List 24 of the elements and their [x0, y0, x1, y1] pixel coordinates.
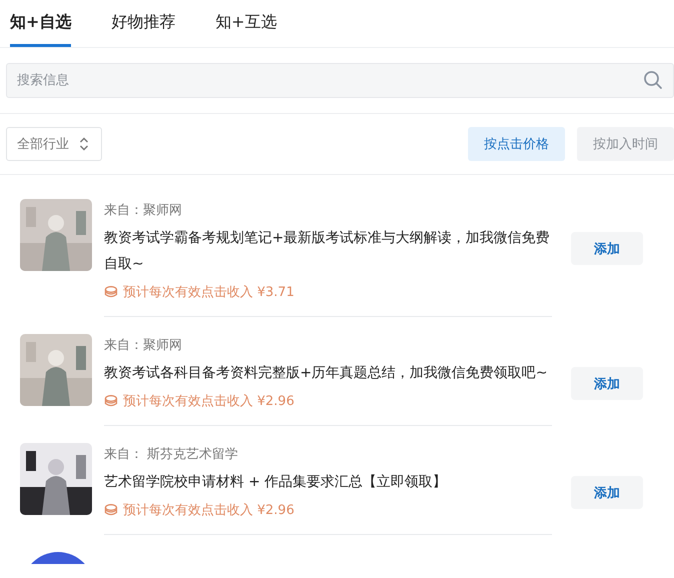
source-label: 来自：聚师网	[104, 337, 183, 355]
income-estimate: 预计每次有效点击收入 ¥2.96	[123, 502, 294, 519]
tab[interactable]: 知+互选	[215, 0, 277, 47]
item-title: 教资考试各科目备考资料完整版+历年真题总结，加我微信免费领取吧~	[104, 364, 548, 383]
tab[interactable]: 知+自选	[10, 0, 72, 47]
source-label: 来自：聚师网	[104, 202, 183, 220]
add-button[interactable]: 添加	[571, 476, 643, 509]
coins-icon	[104, 285, 118, 299]
search-field[interactable]: 搜索信息	[6, 63, 674, 98]
sort-button[interactable]: 按点击价格	[468, 127, 565, 161]
tab[interactable]: 好物推荐	[111, 0, 176, 47]
industry-dropdown[interactable]: 全部行业	[6, 127, 102, 161]
coins-icon	[104, 503, 118, 517]
sort-button[interactable]: 按加入时间	[577, 127, 674, 161]
search-icon	[643, 70, 663, 90]
source-label: 来自： 斯芬克艺术留学	[104, 446, 240, 464]
add-button[interactable]: 添加	[571, 232, 643, 265]
coins-icon	[104, 394, 118, 408]
add-button[interactable]: 添加	[571, 367, 643, 400]
income-estimate: 预计每次有效点击收入 ¥3.71	[123, 284, 294, 301]
income-estimate: 预计每次有效点击收入 ¥2.96	[123, 393, 294, 410]
item-title: 教资考试学霸备考规划笔记+最新版考试标准与大纲解读，加我微信免费自取~	[104, 229, 551, 274]
sort-arrows-icon	[79, 137, 89, 151]
item-title: 艺术留学院校申请材料 + 作品集要求汇总【立即领取】	[104, 473, 448, 492]
